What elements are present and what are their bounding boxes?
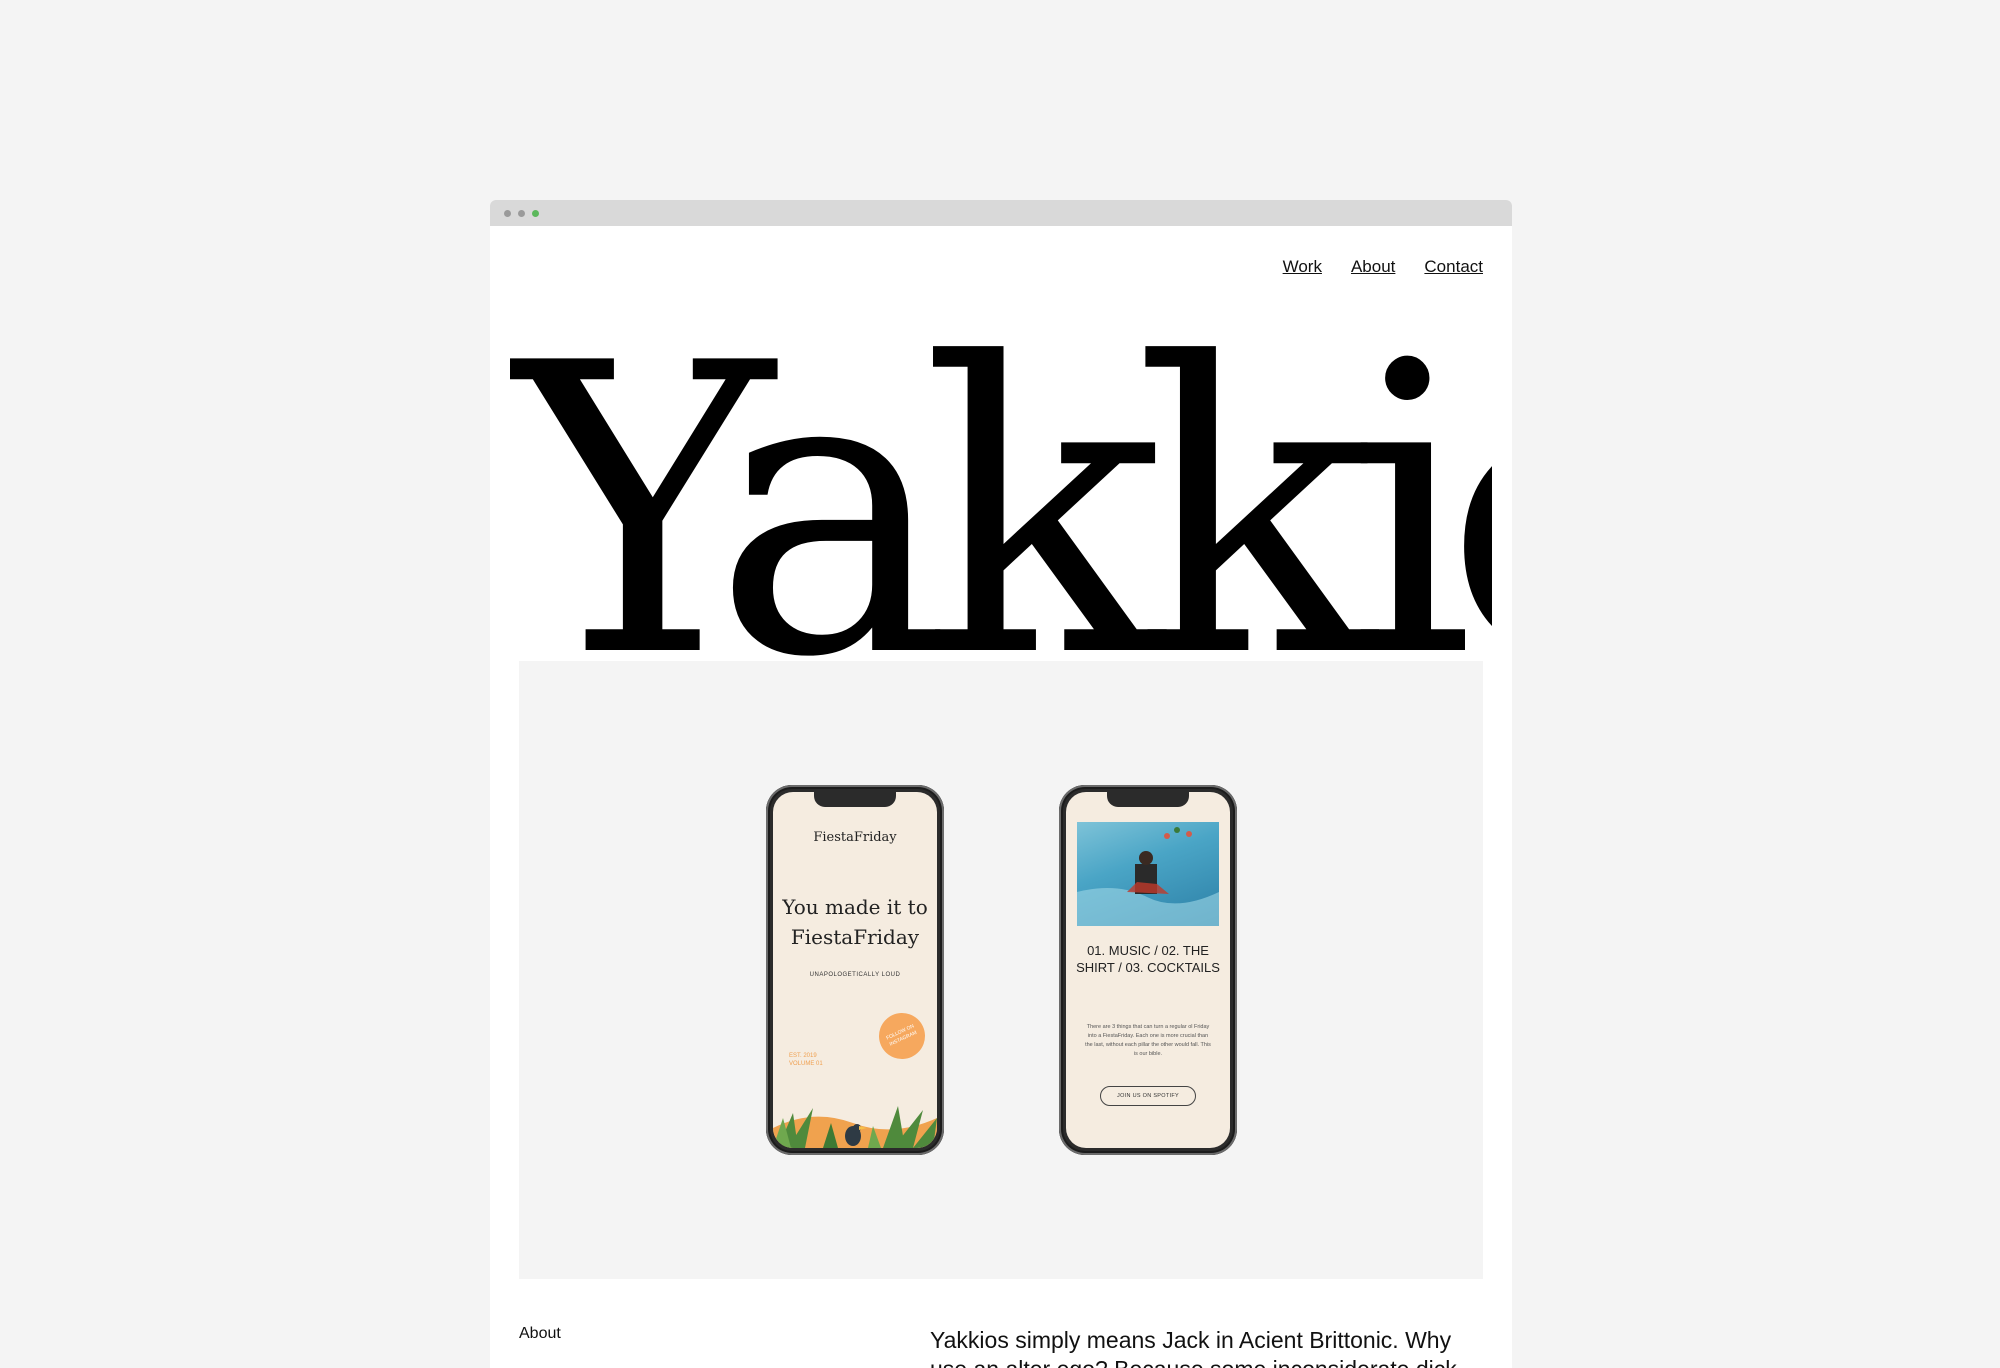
tropical-plants-illustration [773,1106,937,1148]
nav-link-work[interactable]: Work [1283,257,1322,277]
pillars-body: There are 3 things that can turn a regul… [1085,1024,1211,1057]
fiesta-tagline: UNAPOLOGETICALLY LOUD [809,972,901,978]
maximize-window-icon[interactable] [532,210,539,217]
title-bar [490,200,1512,226]
fiesta-est-year: EST. 2019 [789,1053,817,1059]
close-window-icon[interactable] [504,210,511,217]
top-nav: Work About Contact [1283,257,1483,277]
browser-window: Work About Contact Yakkios FiestaFriday … [490,200,1512,1368]
phone-notch [814,792,896,807]
phone-mockup-right: 01. MUSIC / 02. THE SHIRT / 03. COCKTAIL… [1059,785,1237,1155]
fiesta-est: EST. 2019 VOLUME 01 [789,1052,823,1068]
instagram-badge: FOLLOW ON INSTAGRAM [871,1005,933,1067]
minimize-window-icon[interactable] [518,210,525,217]
fiesta-est-volume: VOLUME 01 [789,1061,823,1067]
about-paragraph: Yakkios simply means Jack in Acient Brit… [930,1327,1457,1368]
fiesta-headline: You made it to FiestaFriday [781,892,929,952]
nav-link-contact[interactable]: Contact [1424,257,1483,277]
phone-screen-right: 01. MUSIC / 02. THE SHIRT / 03. COCKTAIL… [1066,792,1230,1148]
nav-link-about[interactable]: About [1351,257,1395,277]
fiesta-headline-line2: FiestaFriday [790,925,920,949]
fiesta-headline-line1: You made it to [782,895,928,919]
phone-notch [1107,792,1189,807]
phone-mockup-left: FiestaFriday You made it to FiestaFriday… [766,785,944,1155]
underwater-photo [1077,822,1219,926]
pillars-title: 01. MUSIC / 02. THE SHIRT / 03. COCKTAIL… [1076,943,1220,975]
about-section-label: About [519,1325,561,1342]
hero-showcase: FiestaFriday You made it to FiestaFriday… [519,661,1483,1279]
phone-screen-left: FiestaFriday You made it to FiestaFriday… [773,792,937,1148]
fiesta-brand: FiestaFriday [813,830,897,845]
spotify-button[interactable]: JOIN US ON SPOTIFY [1100,1086,1196,1106]
